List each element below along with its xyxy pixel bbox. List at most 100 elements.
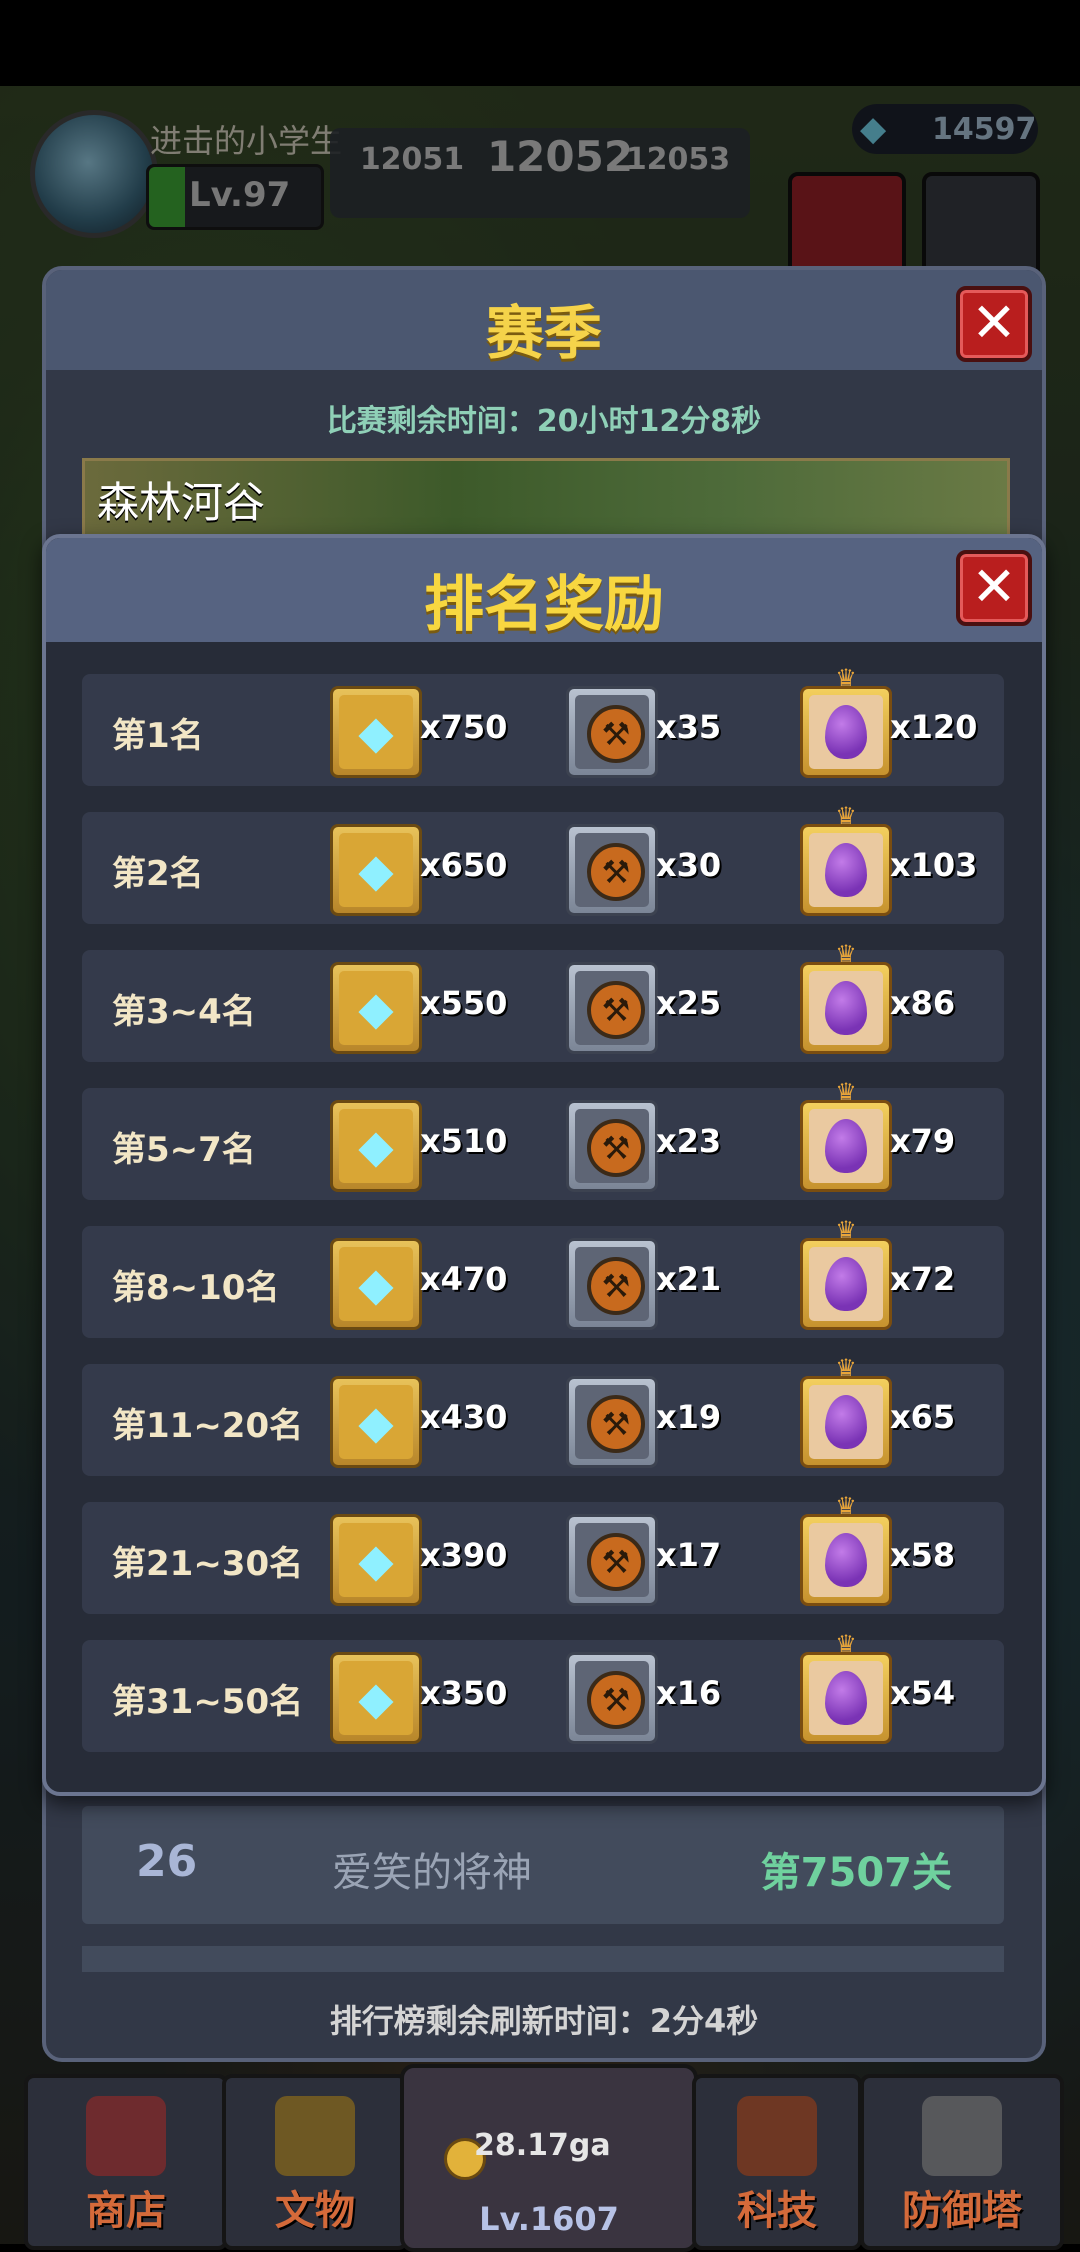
crown-icon: ♛ [835, 1492, 857, 1520]
reward-gem-slot[interactable]: ◆ [330, 824, 422, 916]
reward-rank-label: 第1名 [112, 716, 204, 756]
tower-icon [922, 2096, 1002, 2176]
diamond-icon: ◆ [358, 1395, 394, 1449]
egg-icon [825, 843, 867, 897]
reward-egg-slot[interactable]: ♛ [800, 1218, 892, 1330]
egg-icon [825, 981, 867, 1035]
reward-egg-slot[interactable]: ♛ [800, 1356, 892, 1468]
reward-tool-slot[interactable]: ⚒ [566, 1514, 658, 1606]
reward-gem-qty: x470 [420, 1260, 508, 1298]
reward-row: 第3~4名 ◆ x550 ⚒ x25 ♛ x86 [82, 942, 1004, 1062]
reward-tool-slot[interactable]: ⚒ [566, 824, 658, 916]
reward-tool-slot[interactable]: ⚒ [566, 686, 658, 778]
reward-tool-slot[interactable]: ⚒ [566, 1376, 658, 1468]
reward-rank-label: 第3~4名 [112, 992, 256, 1032]
reward-tool-slot[interactable]: ⚒ [566, 1652, 658, 1744]
egg-icon [825, 1671, 867, 1725]
pickaxe-icon: ⚒ [587, 1119, 645, 1177]
nav-tower[interactable]: 防御塔 [860, 2074, 1064, 2250]
nav-tower-label: 防御塔 [902, 2188, 1022, 2234]
crown-icon: ♛ [835, 664, 857, 692]
reward-gem-slot[interactable]: ◆ [330, 686, 422, 778]
reward-egg-qty: x65 [890, 1398, 956, 1436]
reward-tool-qty: x16 [656, 1674, 722, 1712]
nav-hero[interactable]: 28.17ga Lv.1607 [400, 2064, 698, 2252]
reward-tool-qty: x25 [656, 984, 722, 1022]
crown-icon: ♛ [835, 1354, 857, 1382]
reward-tool-slot[interactable]: ⚒ [566, 1238, 658, 1330]
pickaxe-icon: ⚒ [587, 843, 645, 901]
rank-rewards-modal: 排名奖励 ✕ 第1名 ◆ x750 ⚒ x35 ♛ x120 第2名 ◆ x650 ⚒ x30 ♛ x10… [42, 534, 1046, 1796]
reward-egg-qty: x79 [890, 1122, 956, 1160]
nav-relics-label: 文物 [275, 2188, 355, 2234]
nav-relics[interactable]: 文物 [222, 2074, 408, 2250]
reward-egg-slot[interactable]: ♛ [800, 666, 892, 778]
reward-gem-slot[interactable]: ◆ [330, 1238, 422, 1330]
nav-tech[interactable]: 科技 [692, 2074, 862, 2250]
reward-rank-label: 第21~30名 [112, 1544, 304, 1584]
reward-egg-slot[interactable]: ♛ [800, 804, 892, 916]
pickaxe-icon: ⚒ [587, 1257, 645, 1315]
reward-row: 第8~10名 ◆ x470 ⚒ x21 ♛ x72 [82, 1218, 1004, 1338]
shop-icon [86, 2096, 166, 2176]
nav-shop[interactable]: 商店 [24, 2074, 228, 2250]
reward-egg-qty: x120 [890, 708, 978, 746]
tech-icon [737, 2096, 817, 2176]
nav-shop-label: 商店 [86, 2188, 166, 2234]
leaderboard-refresh-timer: 排行榜剩余刷新时间：2分4秒 [329, 2002, 759, 2040]
reward-rank-label: 第11~20名 [112, 1406, 304, 1446]
leaderboard-row[interactable]: 26 爱笑的将神 第7507关 [82, 1806, 1004, 1924]
leaderboard-stage: 第7507关 [760, 1850, 952, 1896]
bottom-navigation: 商店 文物 28.17ga Lv.1607 科技 防御塔 [0, 2064, 1080, 2252]
reward-tool-qty: x35 [656, 708, 722, 746]
pickaxe-icon: ⚒ [587, 705, 645, 763]
relic-icon [275, 2096, 355, 2176]
crown-icon: ♛ [835, 1630, 857, 1658]
reward-gem-qty: x350 [420, 1674, 508, 1712]
status-bar [0, 0, 1080, 86]
crown-icon: ♛ [835, 802, 857, 830]
reward-gem-slot[interactable]: ◆ [330, 1376, 422, 1468]
reward-rank-label: 第31~50名 [112, 1682, 304, 1722]
reward-tool-slot[interactable]: ⚒ [566, 962, 658, 1054]
diamond-icon: ◆ [358, 843, 394, 897]
reward-gem-qty: x510 [420, 1122, 508, 1160]
reward-tool-qty: x30 [656, 846, 722, 884]
egg-icon [825, 1119, 867, 1173]
reward-gem-qty: x750 [420, 708, 508, 746]
hero-level: Lv.1607 [479, 2200, 619, 2238]
reward-tool-slot[interactable]: ⚒ [566, 1100, 658, 1192]
leaderboard-row[interactable] [82, 1946, 1004, 1972]
leaderboard-rank: 26 [136, 1836, 198, 1887]
reward-egg-slot[interactable]: ♛ [800, 1632, 892, 1744]
reward-gem-slot[interactable]: ◆ [330, 962, 422, 1054]
reward-row: 第31~50名 ◆ x350 ⚒ x16 ♛ x54 [82, 1632, 1004, 1752]
reward-egg-slot[interactable]: ♛ [800, 1080, 892, 1192]
reward-gem-qty: x650 [420, 846, 508, 884]
pickaxe-icon: ⚒ [587, 1671, 645, 1729]
reward-egg-slot[interactable]: ♛ [800, 1494, 892, 1606]
diamond-icon: ◆ [358, 1671, 394, 1725]
reward-egg-qty: x58 [890, 1536, 956, 1574]
reward-egg-qty: x103 [890, 846, 978, 884]
reward-gem-qty: x390 [420, 1536, 508, 1574]
diamond-icon: ◆ [358, 705, 394, 759]
egg-icon [825, 1533, 867, 1587]
diamond-icon: ◆ [358, 1533, 394, 1587]
reward-gem-slot[interactable]: ◆ [330, 1652, 422, 1744]
reward-row: 第5~7名 ◆ x510 ⚒ x23 ♛ x79 [82, 1080, 1004, 1200]
reward-gem-qty: x550 [420, 984, 508, 1022]
crown-icon: ♛ [835, 1078, 857, 1106]
reward-rank-label: 第2名 [112, 854, 204, 894]
map-name: 森林河谷 [97, 478, 266, 527]
reward-gem-slot[interactable]: ◆ [330, 1514, 422, 1606]
diamond-icon: ◆ [358, 981, 394, 1035]
rank-rewards-title: 排名奖励 [424, 570, 664, 640]
reward-gem-slot[interactable]: ◆ [330, 1100, 422, 1192]
diamond-icon: ◆ [358, 1119, 394, 1173]
nav-tech-label: 科技 [737, 2188, 817, 2234]
reward-row: 第11~20名 ◆ x430 ⚒ x19 ♛ x65 [82, 1356, 1004, 1476]
season-close-button[interactable]: ✕ [956, 286, 1032, 362]
reward-egg-slot[interactable]: ♛ [800, 942, 892, 1054]
rank-rewards-close-button[interactable]: ✕ [956, 550, 1032, 626]
